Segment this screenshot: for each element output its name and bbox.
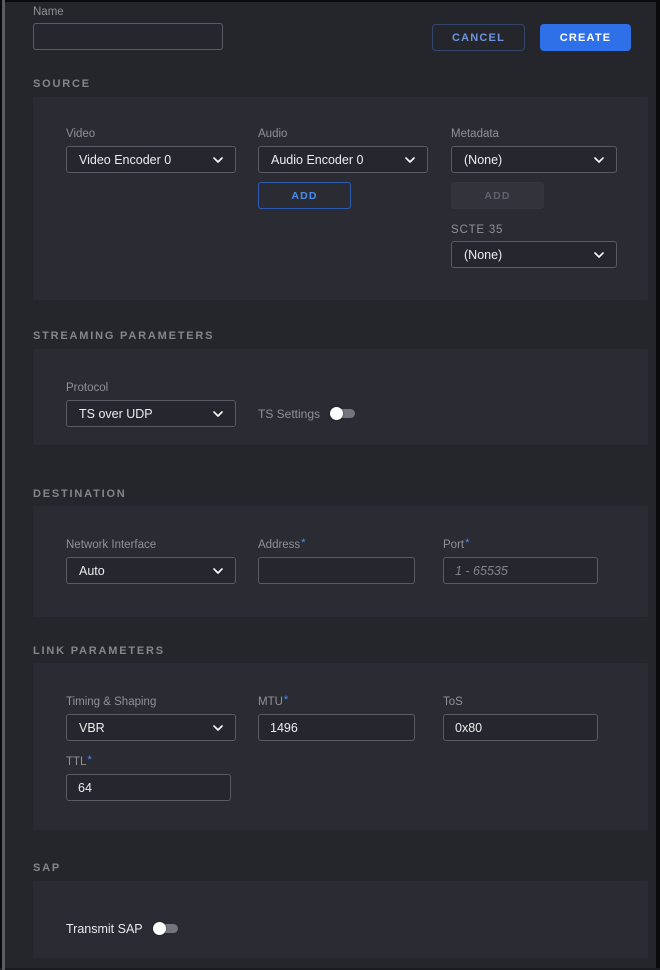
ttl-label: TTL*: [66, 756, 92, 768]
protocol-label: Protocol: [66, 382, 108, 394]
scte35-label: SCTE 35: [451, 224, 503, 236]
transmit-sap-label: Transmit SAP: [66, 922, 143, 936]
ts-settings-toggle[interactable]: [330, 407, 355, 420]
destination-section-title: DESTINATION: [33, 488, 127, 500]
audio-select[interactable]: Audio Encoder 0: [258, 146, 428, 173]
port-label: Port*: [443, 539, 469, 551]
address-label: Address*: [258, 539, 305, 551]
scte35-select-value: (None): [464, 248, 502, 262]
audio-add-button[interactable]: ADD: [258, 182, 351, 209]
chevron-down-icon: [405, 157, 415, 163]
tos-label: ToS: [443, 696, 463, 708]
link-panel: Timing & Shaping VBR MTU* ToS TTL*: [33, 663, 648, 830]
network-interface-select[interactable]: Auto: [66, 557, 236, 584]
protocol-select-value: TS over UDP: [79, 407, 153, 421]
mtu-label: MTU*: [258, 696, 288, 708]
required-marker: *: [465, 537, 469, 549]
audio-select-value: Audio Encoder 0: [271, 153, 363, 167]
destination-panel: Network Interface Auto Address* Port*: [33, 506, 648, 617]
tos-input[interactable]: [443, 714, 598, 741]
streaming-section-title: STREAMING PARAMETERS: [33, 330, 214, 342]
chevron-down-icon: [594, 157, 604, 163]
sap-section-title: SAP: [33, 862, 61, 874]
scte35-select[interactable]: (None): [451, 241, 617, 268]
metadata-select[interactable]: (None): [451, 146, 617, 173]
source-section-title: SOURCE: [33, 78, 91, 90]
left-scrollbar[interactable]: [2, 0, 5, 970]
transmit-sap-toggle[interactable]: [153, 922, 178, 935]
address-input[interactable]: [258, 557, 415, 584]
source-panel: Video Video Encoder 0 Audio Audio Encode…: [33, 97, 648, 300]
video-label: Video: [66, 128, 95, 140]
required-marker: *: [87, 754, 91, 766]
timing-shaping-label: Timing & Shaping: [66, 696, 156, 708]
chevron-down-icon: [213, 411, 223, 417]
toggle-knob: [153, 922, 166, 935]
video-select[interactable]: Video Encoder 0: [66, 146, 236, 173]
create-button[interactable]: CREATE: [540, 24, 631, 51]
transmit-sap-row: Transmit SAP: [66, 915, 178, 942]
chevron-down-icon: [213, 157, 223, 163]
timing-shaping-select-value: VBR: [79, 721, 105, 735]
metadata-add-button: ADD: [451, 182, 544, 209]
name-label: Name: [33, 6, 64, 18]
metadata-select-value: (None): [464, 153, 502, 167]
protocol-select[interactable]: TS over UDP: [66, 400, 236, 427]
audio-label: Audio: [258, 128, 287, 140]
ts-settings-row: TS Settings: [258, 400, 355, 427]
cancel-button[interactable]: CANCEL: [432, 24, 525, 51]
window-right-edge: [656, 0, 660, 970]
chevron-down-icon: [213, 568, 223, 574]
required-marker: *: [284, 694, 288, 706]
sap-panel: Transmit SAP: [33, 881, 648, 958]
name-input[interactable]: [33, 23, 223, 50]
metadata-label: Metadata: [451, 128, 499, 140]
toggle-knob: [330, 407, 343, 420]
chevron-down-icon: [213, 725, 223, 731]
window-top-edge: [0, 0, 660, 2]
chevron-down-icon: [594, 252, 604, 258]
required-marker: *: [301, 537, 305, 549]
network-interface-select-value: Auto: [79, 564, 105, 578]
port-input[interactable]: [443, 557, 598, 584]
video-select-value: Video Encoder 0: [79, 153, 171, 167]
ts-settings-label: TS Settings: [258, 407, 320, 421]
ttl-input[interactable]: [66, 774, 231, 801]
timing-shaping-select[interactable]: VBR: [66, 714, 236, 741]
mtu-input[interactable]: [258, 714, 415, 741]
link-section-title: LINK PARAMETERS: [33, 645, 165, 657]
streaming-panel: Protocol TS over UDP TS Settings: [33, 349, 648, 445]
network-interface-label: Network Interface: [66, 539, 156, 551]
